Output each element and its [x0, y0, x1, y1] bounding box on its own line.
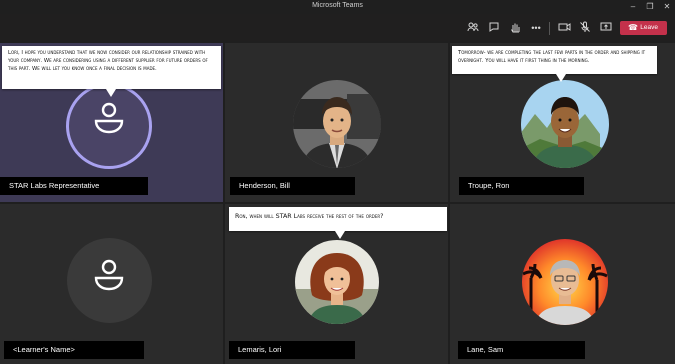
camera-icon[interactable]	[557, 21, 571, 35]
hang-up-icon: ☎	[628, 23, 638, 32]
title-bar: Microsoft Teams – ❐ ✕	[0, 0, 675, 14]
avatar-lane	[522, 239, 608, 325]
speech-bubble-text: Lori, I hope you understand that we now …	[8, 50, 208, 73]
speech-bubble-tail	[556, 74, 566, 82]
share-screen-icon[interactable]	[599, 21, 613, 35]
speech-bubble-text: Ron, when will STAR Labs receive the res…	[235, 213, 384, 220]
microphone-muted-icon[interactable]	[578, 21, 592, 35]
avatar-henderson	[293, 80, 381, 168]
participant-tile-henderson[interactable]: Henderson, Bill	[225, 43, 448, 202]
speech-bubble-text: Tomorrow- we are completing the last few…	[458, 50, 646, 65]
avatar-lemaris	[295, 240, 379, 324]
meeting-toolbar: ••• ☎ Leave	[0, 14, 675, 41]
leave-label: Leave	[640, 24, 658, 31]
speech-bubble-tail	[335, 231, 345, 239]
speech-bubble-lemaris: Ron, when will STAR Labs receive the res…	[229, 207, 447, 239]
chat-icon[interactable]	[487, 21, 501, 35]
participant-name: Lemaris, Lori	[229, 341, 355, 359]
speech-bubble-star-labs: Lori, I hope you understand that we now …	[2, 46, 221, 97]
participant-tile-lane[interactable]: Lane, Sam	[450, 204, 675, 364]
restore-icon[interactable]: ❐	[642, 0, 658, 14]
participant-name: Henderson, Bill	[230, 177, 355, 195]
window-title: Microsoft Teams	[312, 2, 363, 9]
participant-name: STAR Labs Representative	[0, 177, 148, 195]
raise-hand-icon[interactable]	[508, 21, 522, 35]
speech-bubble-troupe: Tomorrow- we are completing the last few…	[452, 46, 657, 82]
more-options-icon[interactable]: •••	[529, 21, 543, 35]
avatar-troupe	[521, 80, 609, 168]
toolbar-divider	[549, 22, 550, 35]
participant-name: Troupe, Ron	[459, 177, 584, 195]
close-icon[interactable]: ✕	[659, 0, 675, 14]
speech-bubble-tail	[106, 89, 116, 97]
participant-tile-learner[interactable]: <Learner's Name>	[0, 204, 223, 364]
person-icon	[94, 102, 124, 134]
participants-icon[interactable]	[466, 21, 480, 35]
minimize-icon[interactable]: –	[625, 0, 641, 14]
participant-name: Lane, Sam	[458, 341, 585, 359]
person-icon	[94, 259, 124, 291]
participant-name: <Learner's Name>	[4, 341, 144, 359]
leave-button[interactable]: ☎ Leave	[620, 21, 667, 35]
